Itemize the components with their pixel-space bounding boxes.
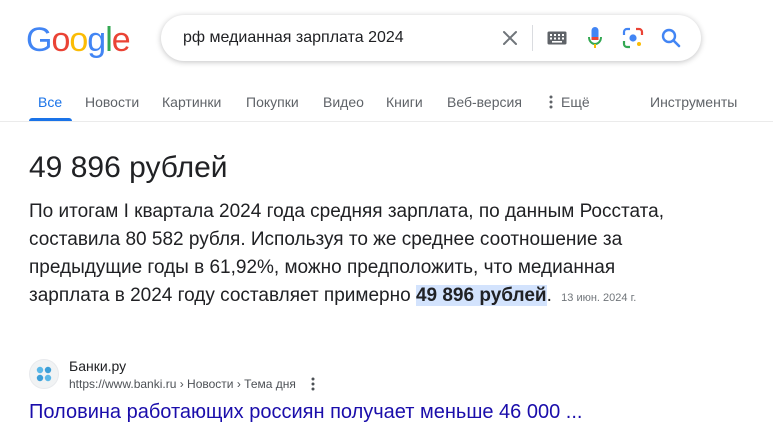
answer-text-end: . xyxy=(546,285,552,306)
result-title-link[interactable]: Половина работающих россиян получает мен… xyxy=(29,401,582,424)
answer-date: 13 июн. 2024 г. xyxy=(561,292,637,304)
search-divider xyxy=(532,25,533,51)
search-box xyxy=(161,15,701,61)
tab-images[interactable]: Картинки xyxy=(162,94,221,110)
answer-highlight: 49 896 рублей xyxy=(415,285,547,306)
answer-snippet: По итогам I квартала 2024 года средняя з… xyxy=(29,198,679,312)
logo-letter: g xyxy=(87,21,106,59)
tabs-divider xyxy=(0,121,773,122)
logo-letter: o xyxy=(51,21,70,59)
tab-more-label: Ещё xyxy=(561,94,590,110)
more-vert-icon xyxy=(549,95,553,109)
tab-news[interactable]: Новости xyxy=(85,94,139,110)
tab-web[interactable]: Веб-версия xyxy=(447,94,522,110)
tab-books[interactable]: Книги xyxy=(386,94,423,110)
close-icon[interactable] xyxy=(498,26,522,50)
answer-text: По итогам I квартала 2024 года средняя з… xyxy=(29,201,664,306)
logo-letter: e xyxy=(111,21,131,59)
logo-letter: G xyxy=(26,21,52,59)
tab-more[interactable]: Ещё xyxy=(549,94,590,110)
camera-lens-icon[interactable] xyxy=(621,26,645,50)
answer-title: 49 896 рублей xyxy=(29,151,228,184)
search-icon[interactable] xyxy=(659,26,683,50)
page: Google Все Новости Картинки xyxy=(0,0,773,435)
google-logo[interactable]: Google xyxy=(26,21,131,59)
site-name[interactable]: Банки.ру xyxy=(69,358,126,374)
tab-all[interactable]: Все xyxy=(38,94,62,110)
site-url[interactable]: https://www.banki.ru › Новости › Тема дн… xyxy=(69,377,296,391)
keyboard-icon[interactable] xyxy=(545,26,569,50)
site-favicon[interactable] xyxy=(29,359,59,389)
tab-shopping[interactable]: Покупки xyxy=(246,94,299,110)
tab-videos[interactable]: Видео xyxy=(323,94,364,110)
search-actions xyxy=(498,25,683,51)
microphone-icon[interactable] xyxy=(583,26,607,50)
more-vert-icon[interactable] xyxy=(306,376,320,392)
search-input[interactable] xyxy=(181,28,485,48)
logo-letter: o xyxy=(69,21,88,59)
tools-button[interactable]: Инструменты xyxy=(650,94,737,110)
banki-logo-icon xyxy=(36,366,52,382)
search-tabs: Все Новости Картинки Покупки Видео Книги… xyxy=(0,86,773,121)
